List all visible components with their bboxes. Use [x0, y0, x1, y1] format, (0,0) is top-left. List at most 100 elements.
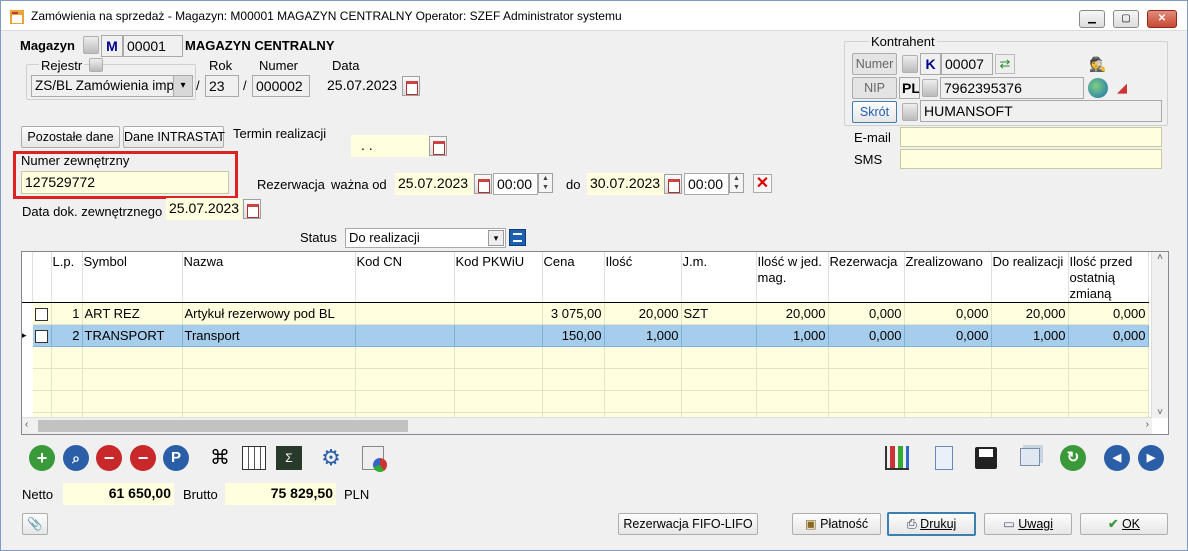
rezerwacja-do-calendar-icon[interactable]	[664, 174, 682, 194]
data-dok-calendar-icon[interactable]	[243, 199, 261, 219]
delete-icon[interactable]: −	[94, 443, 124, 473]
cell-lp: 1	[51, 302, 83, 325]
settings-icon[interactable]: ⚙	[316, 443, 346, 473]
document-chart-icon[interactable]	[359, 443, 389, 473]
copy-icon[interactable]	[1015, 443, 1045, 473]
rezerwacja-od-date[interactable]: 25.07.2023	[395, 173, 473, 195]
rejestr-check-icon[interactable]	[89, 58, 103, 72]
platnosc-button[interactable]: ▣ Płatność	[792, 513, 881, 535]
status-select[interactable]: Do realizacji	[345, 228, 506, 248]
sms-field[interactable]	[900, 149, 1162, 169]
magazyn-lookup-icon[interactable]	[83, 36, 99, 54]
row-checkbox[interactable]	[34, 330, 48, 344]
last-record-icon[interactable]: ▶	[1136, 443, 1166, 473]
col-symbol[interactable]: Symbol	[82, 252, 183, 303]
cell-nazwa: Artykuł rezerwowy pod BL	[182, 302, 356, 325]
ok-button[interactable]: ✔ OK	[1080, 513, 1168, 535]
rezerwacja-do-spinner[interactable]: ▲ ▼	[729, 173, 744, 193]
kontrahent-lookup-icon[interactable]	[902, 55, 918, 73]
magazyn-code[interactable]: 00001	[123, 35, 183, 57]
grid-icon[interactable]	[239, 443, 269, 473]
binoculars-icon[interactable]: ⌘	[205, 443, 235, 473]
p-icon[interactable]: P	[161, 443, 191, 473]
col-doreal[interactable]: Do realizacji	[991, 252, 1069, 303]
rezerwacja-od-calendar-icon[interactable]	[474, 174, 492, 194]
bar-chart-icon[interactable]	[882, 443, 912, 473]
horizontal-scroll-thumb[interactable]	[38, 420, 408, 432]
refresh-icon[interactable]: ↻	[1058, 443, 1088, 473]
scroll-left-icon[interactable]: ‹	[25, 419, 28, 430]
col-rezerwacja[interactable]: Rezerwacja	[828, 252, 905, 303]
pozostale-dane-button[interactable]: Pozostałe dane	[21, 126, 120, 148]
save-icon[interactable]	[971, 443, 1001, 473]
numer-button[interactable]: Numer	[852, 53, 897, 75]
attachment-icon[interactable]: 📎	[22, 513, 48, 535]
minimize-button[interactable]: ▁	[1079, 10, 1105, 28]
col-ilmag[interactable]: Ilość w jed. mag.	[756, 252, 829, 303]
document-icon[interactable]	[928, 443, 958, 473]
vat-check-icon[interactable]: ◢	[1111, 78, 1133, 98]
first-record-icon[interactable]: ◀	[1102, 443, 1132, 473]
table-row[interactable]: ▸ 2 TRANSPORT Transport 150,00 1,000 1,0…	[22, 324, 1149, 347]
nip-lookup-icon[interactable]	[922, 79, 938, 97]
scroll-down-icon[interactable]: ˅	[1152, 407, 1168, 418]
uwagi-button[interactable]: ▭ Uwagi	[984, 513, 1072, 535]
skrot-field[interactable]: HUMANSOFT	[920, 100, 1162, 122]
scroll-right-icon[interactable]: ›	[1146, 419, 1149, 430]
clear-reservation-icon[interactable]: ✕	[753, 174, 772, 193]
rejestr-select[interactable]: ZS/BL Zamówienia imp	[31, 75, 193, 97]
col-pkwiu[interactable]: Kod PKWiU	[454, 252, 543, 303]
brutto-value: 75 829,50	[225, 483, 336, 505]
row-check-cell[interactable]	[32, 324, 52, 347]
col-ilosc[interactable]: Ilość	[604, 252, 682, 303]
col-nazwa[interactable]: Nazwa	[182, 252, 356, 303]
data-calendar-icon[interactable]	[402, 76, 420, 96]
skrot-button[interactable]: Skrót	[852, 101, 897, 123]
sum-icon[interactable]: Σ	[273, 443, 303, 473]
cell-kodcn	[355, 302, 455, 325]
items-grid[interactable]: L.p. Symbol Nazwa Kod CN Kod PKWiU Cena …	[21, 251, 1169, 435]
maximize-button[interactable]: ▢	[1113, 10, 1139, 28]
status-dropdown-icon[interactable]: ▾	[488, 230, 504, 246]
col-zrealizowano[interactable]: Zrealizowano	[904, 252, 992, 303]
view-icon[interactable]: ⌕	[61, 443, 91, 473]
delete-checked-icon[interactable]: −	[128, 443, 158, 473]
data-dok-field[interactable]: 25.07.2023	[166, 198, 242, 220]
table-row[interactable]: 1 ART REZ Artykuł rezerwowy pod BL 3 075…	[22, 302, 1149, 325]
scroll-up-icon[interactable]: ˄	[1152, 252, 1168, 263]
agent-icon[interactable]: 🕵	[1088, 54, 1108, 74]
fifo-lifo-button[interactable]: Rezerwacja FIFO-LIFO	[618, 513, 758, 535]
close-button[interactable]: ✕	[1147, 10, 1177, 28]
row-checkbox[interactable]	[34, 308, 48, 322]
termin-field[interactable]: . .	[351, 135, 429, 157]
numer-field[interactable]: 000002	[252, 75, 310, 97]
status-list-icon[interactable]	[509, 229, 526, 246]
rejestr-dropdown-icon[interactable]: ▾	[173, 76, 192, 96]
col-jm[interactable]: J.m.	[681, 252, 757, 303]
kontrahent-numer[interactable]: 00007	[941, 53, 993, 75]
nip-button[interactable]: NIP	[852, 77, 897, 99]
col-lp[interactable]: L.p.	[51, 252, 83, 303]
handshake-icon[interactable]: ⇄	[995, 54, 1015, 74]
globe-icon[interactable]	[1088, 78, 1108, 98]
termin-calendar-icon[interactable]	[429, 136, 447, 156]
drukuj-button[interactable]: ⎙ Drukuj	[887, 512, 976, 536]
rezerwacja-do-date[interactable]: 30.07.2023	[587, 173, 665, 195]
col-kodcn[interactable]: Kod CN	[355, 252, 455, 303]
nip-field[interactable]: 7962395376	[940, 77, 1084, 99]
row-check-cell[interactable]	[32, 302, 52, 325]
rezerwacja-do-time[interactable]: 00:00	[684, 173, 729, 195]
email-field[interactable]	[900, 127, 1162, 147]
rezerwacja-od-spinner[interactable]: ▲ ▼	[538, 173, 553, 193]
vertical-scrollbar[interactable]: ˄ ˅	[1151, 252, 1168, 418]
col-przed[interactable]: Ilość przed ostatnią zmianą	[1068, 252, 1149, 303]
rok-field[interactable]: 23	[205, 75, 239, 97]
rezerwacja-od-time[interactable]: 00:00	[493, 173, 538, 195]
data-field[interactable]: 25.07.2023	[324, 75, 402, 97]
horizontal-scrollbar[interactable]: ‹ ›	[22, 417, 1152, 434]
dane-intrastat-button[interactable]: Dane INTRASTAT	[123, 126, 225, 148]
cell-lp: 2	[51, 324, 83, 347]
skrot-lookup-icon[interactable]	[902, 103, 918, 121]
col-cena[interactable]: Cena	[542, 252, 605, 303]
add-icon[interactable]: +	[27, 443, 57, 473]
